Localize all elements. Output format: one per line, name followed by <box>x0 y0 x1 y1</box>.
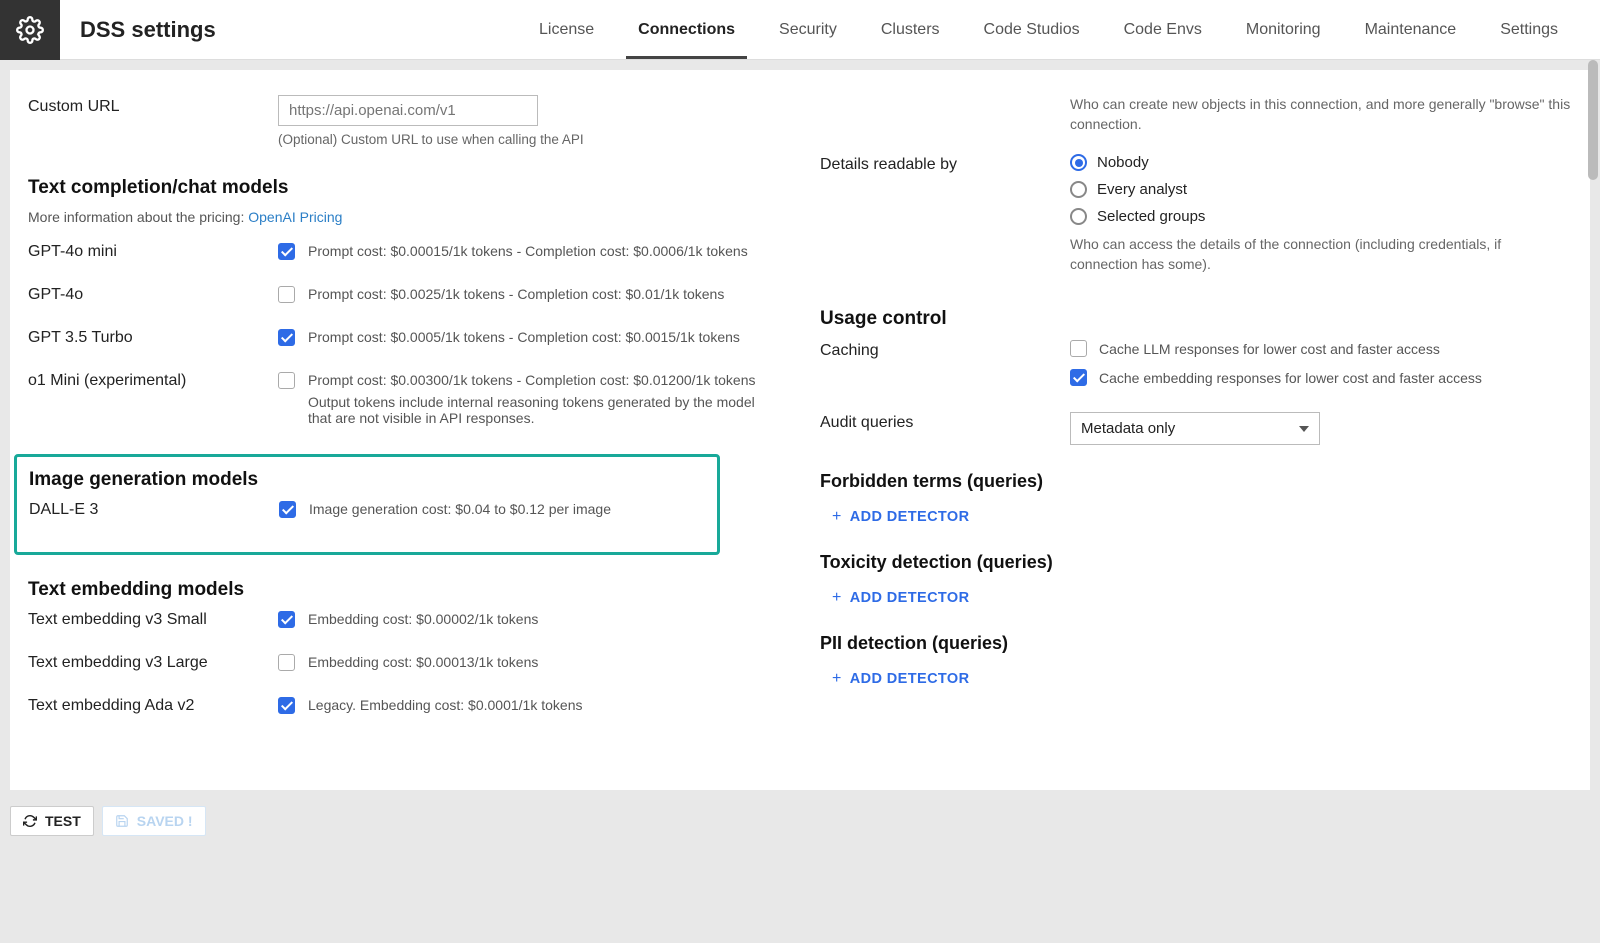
test-button[interactable]: TEST <box>10 806 94 836</box>
model-name: o1 Mini (experimental) <box>28 372 278 390</box>
tab-connections[interactable]: Connections <box>616 0 757 59</box>
pricing-info: More information about the pricing: Open… <box>28 209 780 225</box>
plus-icon: + <box>832 589 842 607</box>
pricing-link[interactable]: OpenAI Pricing <box>248 209 342 225</box>
gear-icon <box>0 0 60 60</box>
model-checkbox[interactable] <box>278 243 295 260</box>
model-cost-text: Prompt cost: $0.0005/1k tokens - Complet… <box>308 329 780 345</box>
cache-llm-checkbox[interactable] <box>1070 340 1087 357</box>
model-name: Text embedding v3 Small <box>28 611 278 629</box>
custom-url-label: Custom URL <box>28 95 278 116</box>
details-radio-row: Nobody <box>1070 154 1572 171</box>
tab-license[interactable]: License <box>517 0 616 59</box>
radio-every-analyst[interactable] <box>1070 181 1087 198</box>
model-cost-text: Prompt cost: $0.0025/1k tokens - Complet… <box>308 286 780 302</box>
tab-code-studios[interactable]: Code Studios <box>962 0 1102 59</box>
tab-code-envs[interactable]: Code Envs <box>1102 0 1224 59</box>
embed-models-title: Text embedding models <box>28 579 780 601</box>
usage-title: Usage control <box>820 308 1572 330</box>
model-checkbox[interactable] <box>278 286 295 303</box>
tab-monitoring[interactable]: Monitoring <box>1224 0 1343 59</box>
details-radio-row: Selected groups <box>1070 208 1572 225</box>
model-name: GPT-4o mini <box>28 243 278 261</box>
model-name: Text embedding Ada v2 <box>28 697 278 715</box>
cache-llm-text: Cache LLM responses for lower cost and f… <box>1099 341 1440 357</box>
model-cost-text: Legacy. Embedding cost: $0.0001/1k token… <box>308 697 780 713</box>
model-row: Text embedding v3 Large Embedding cost: $… <box>28 654 780 675</box>
radio-selected-groups[interactable] <box>1070 208 1087 225</box>
model-cost-text: Embedding cost: $0.00002/1k tokens <box>308 611 780 627</box>
model-row: Text embedding v3 Small Embedding cost: $… <box>28 611 780 632</box>
model-checkbox[interactable] <box>278 697 295 714</box>
chevron-down-icon <box>1299 426 1309 432</box>
model-name: DALL-E 3 <box>29 501 279 519</box>
toxicity-title: Toxicity detection (queries) <box>820 552 1572 573</box>
radio-nobody[interactable] <box>1070 154 1087 171</box>
tab-security[interactable]: Security <box>757 0 859 59</box>
model-cost-text: Image generation cost: $0.04 to $0.12 pe… <box>309 501 705 517</box>
tab-maintenance[interactable]: Maintenance <box>1343 0 1479 59</box>
create-note: Who can create new objects in this conne… <box>1070 95 1572 134</box>
details-radio-row: Every analyst <box>1070 181 1572 198</box>
footer-bar: TEST SAVED ! <box>0 800 1600 846</box>
cache-embedding-checkbox[interactable] <box>1070 369 1087 386</box>
model-row: GPT-4o mini Prompt cost: $0.00015/1k toke… <box>28 243 780 264</box>
cache-embedding-text: Cache embedding responses for lower cost… <box>1099 370 1482 386</box>
custom-url-helper: (Optional) Custom URL to use when callin… <box>278 132 780 147</box>
app-header: DSS settings LicenseConnectionsSecurityC… <box>0 0 1600 60</box>
image-models-highlight: Image generation models DALL-E 3 Image ge… <box>14 454 720 555</box>
custom-url-input[interactable] <box>278 95 538 126</box>
image-models-title: Image generation models <box>29 469 705 491</box>
radio-label: Selected groups <box>1097 208 1205 225</box>
model-checkbox[interactable] <box>278 329 295 346</box>
model-cost-text: Embedding cost: $0.00013/1k tokens <box>308 654 780 670</box>
page-title: DSS settings <box>60 17 236 43</box>
left-column: Custom URL (Optional) Custom URL to use … <box>28 95 780 770</box>
model-checkbox[interactable] <box>278 654 295 671</box>
audit-select[interactable]: Metadata only <box>1070 412 1320 445</box>
text-models-title: Text completion/chat models <box>28 177 780 199</box>
model-row: GPT 3.5 Turbo Prompt cost: $0.0005/1k tok… <box>28 329 780 350</box>
model-name: Text embedding v3 Large <box>28 654 278 672</box>
tab-settings[interactable]: Settings <box>1478 0 1580 59</box>
add-detector-pii[interactable]: + ADD DETECTOR <box>832 670 1572 688</box>
add-detector-toxicity[interactable]: + ADD DETECTOR <box>832 589 1572 607</box>
caching-label: Caching <box>820 340 1070 360</box>
details-label: Details readable by <box>820 154 1070 174</box>
save-icon <box>115 814 129 828</box>
model-cost-text: Prompt cost: $0.00300/1k tokens - Comple… <box>308 372 780 426</box>
details-note: Who can access the details of the connec… <box>1070 235 1572 274</box>
model-row: Text embedding Ada v2 Legacy. Embedding c… <box>28 697 780 718</box>
audit-label: Audit queries <box>820 412 1070 432</box>
model-row: DALL-E 3 Image generation cost: $0.04 to … <box>29 501 705 522</box>
right-column: Who can create new objects in this conne… <box>820 95 1572 770</box>
radio-label: Nobody <box>1097 154 1149 171</box>
model-name: GPT-4o <box>28 286 278 304</box>
plus-icon: + <box>832 508 842 526</box>
pii-title: PII detection (queries) <box>820 633 1572 654</box>
scrollbar[interactable] <box>1588 60 1598 180</box>
model-row: GPT-4o Prompt cost: $0.0025/1k tokens - C… <box>28 286 780 307</box>
refresh-icon <box>23 814 37 828</box>
radio-label: Every analyst <box>1097 181 1187 198</box>
model-row: o1 Mini (experimental) Prompt cost: $0.00… <box>28 372 780 426</box>
saved-button: SAVED ! <box>102 806 206 836</box>
model-cost-text: Prompt cost: $0.00015/1k tokens - Comple… <box>308 243 780 259</box>
model-checkbox[interactable] <box>278 372 295 389</box>
tab-clusters[interactable]: Clusters <box>859 0 962 59</box>
settings-panel: Custom URL (Optional) Custom URL to use … <box>10 70 1590 790</box>
model-checkbox[interactable] <box>279 501 296 518</box>
model-name: GPT 3.5 Turbo <box>28 329 278 347</box>
forbidden-title: Forbidden terms (queries) <box>820 471 1572 492</box>
plus-icon: + <box>832 670 842 688</box>
model-checkbox[interactable] <box>278 611 295 628</box>
add-detector-forbidden[interactable]: + ADD DETECTOR <box>832 508 1572 526</box>
top-tabs: LicenseConnectionsSecurityClustersCode S… <box>517 0 1600 59</box>
